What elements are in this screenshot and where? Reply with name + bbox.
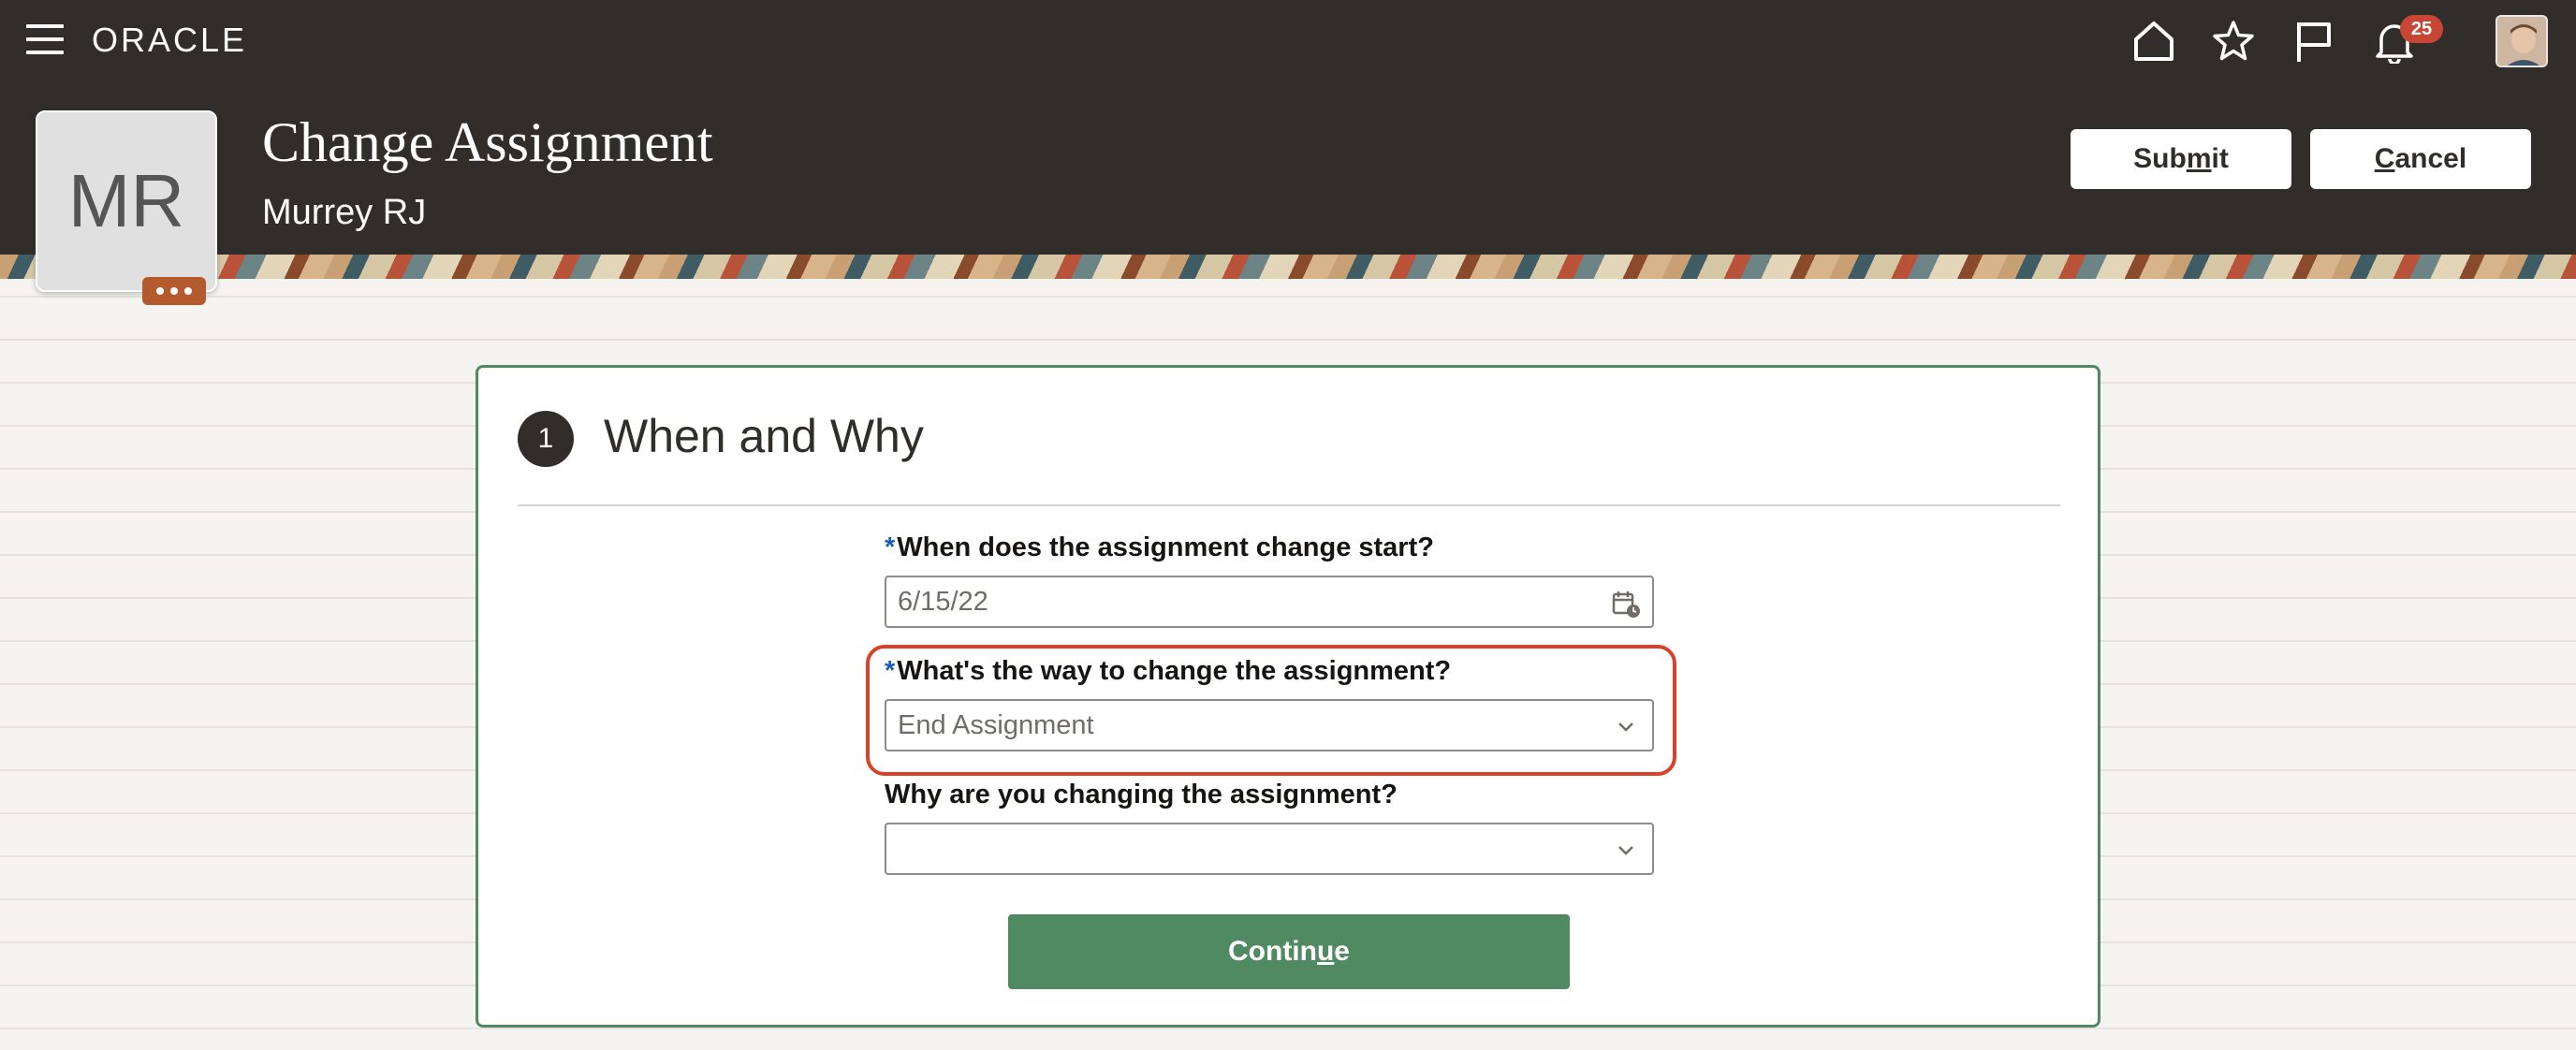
step-number: 1 [518,411,574,467]
decorative-banner [0,255,2576,279]
required-marker: * [885,532,896,562]
oracle-logo[interactable]: ORACLE [92,21,247,60]
change-way-label: *What's the way to change the assignment… [885,656,1452,686]
when-and-why-card: 1 When and Why *When does the assignment… [476,365,2100,1028]
change-way-select[interactable]: End Assignment [885,699,1654,751]
continue-button[interactable]: Continue [1008,914,1570,989]
step-title: When and Why [604,410,924,462]
flag-icon[interactable] [2293,19,2334,64]
change-reason-label: Why are you changing the assignment? [885,780,1398,809]
user-avatar[interactable] [2496,15,2548,67]
chevron-down-icon[interactable] [1611,836,1641,866]
divider [518,504,2060,506]
cancel-button[interactable]: Cancel [2310,129,2531,189]
start-date-input[interactable]: 6/15/22 [885,576,1654,628]
star-icon[interactable] [2211,19,2256,64]
more-actions-icon[interactable] [142,277,206,305]
person-avatar-tile[interactable]: MR [36,110,217,292]
app-header: ORACLE 25 Change Assignment Murrey RJ Su… [0,0,2576,258]
start-date-label: *When does the assignment change start? [885,532,1434,562]
calendar-icon[interactable] [1611,589,1641,619]
chevron-down-icon[interactable] [1611,712,1641,742]
required-marker: * [885,656,896,686]
notification-badge: 25 [2400,15,2443,43]
home-icon[interactable] [2132,19,2175,64]
menu-icon[interactable] [26,24,64,56]
page-title: Change Assignment [262,111,713,173]
submit-button[interactable]: Submit [2071,129,2291,189]
change-reason-select[interactable] [885,823,1654,875]
person-name: Murrey RJ [262,193,427,232]
